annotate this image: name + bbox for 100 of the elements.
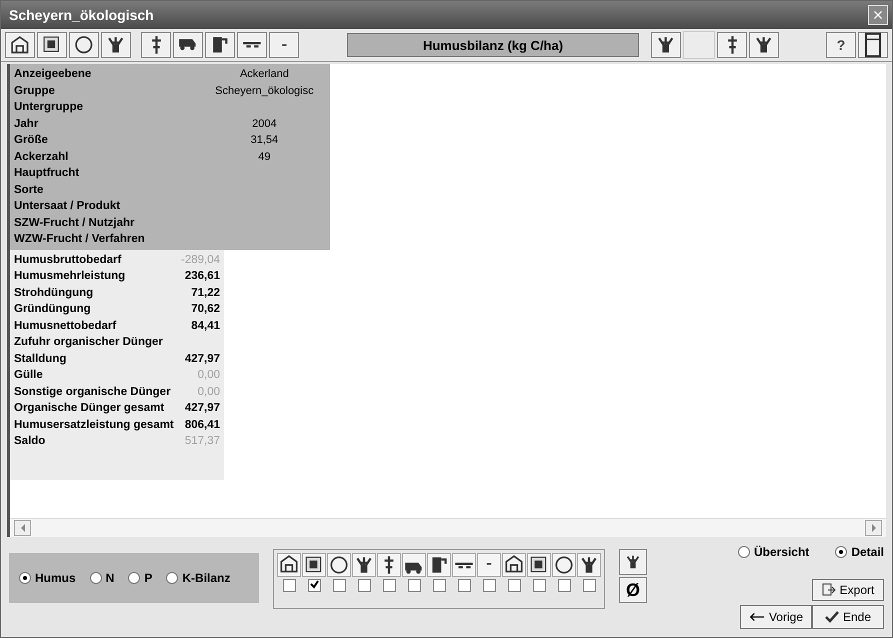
balance-radio[interactable]: K-Bilanz [166, 571, 230, 585]
balance-radio[interactable]: Humus [19, 571, 76, 585]
toolbar-icon [658, 36, 674, 54]
window-title: Scheyern_ökologisch [9, 7, 154, 23]
left-arrow-icon [18, 524, 26, 532]
field-label: Sorte [14, 184, 44, 196]
filter-checkbox[interactable] [582, 579, 596, 592]
row-label: Organische Dünger gesamt [14, 402, 166, 414]
export-icon [822, 583, 836, 598]
field-value: Scheyern_ökologisc [214, 84, 315, 97]
filter-checkbox[interactable] [308, 579, 320, 592]
field-label: Anzeigeebene [14, 68, 92, 80]
toolbar-button[interactable] [858, 32, 888, 58]
filter-icon[interactable] [277, 553, 301, 577]
toolbar-icon [756, 36, 772, 54]
toolbar-button[interactable] [651, 32, 681, 58]
filter-checkbox[interactable] [558, 579, 570, 592]
row-value: -289,04 [180, 254, 220, 266]
left-arrow-icon [749, 612, 765, 622]
filter-checkbox[interactable] [432, 579, 446, 592]
filter-checkbox[interactable] [382, 579, 396, 592]
row-value: 236,61 [184, 270, 220, 282]
toolbar-button[interactable] [205, 32, 235, 58]
field-label: Ackerzahl [14, 150, 70, 163]
horizontal-scrollbar[interactable] [10, 518, 886, 537]
clear-button[interactable]: Ø [619, 577, 647, 603]
toolbar-button[interactable] [37, 32, 67, 58]
toolbar-icon [75, 36, 93, 54]
toolbar-button[interactable] [173, 32, 203, 58]
filter-checkbox[interactable] [532, 579, 546, 592]
toolbar-button[interactable] [5, 32, 35, 58]
balance-radio[interactable]: N [90, 571, 114, 585]
back-button[interactable]: Vorige [740, 605, 812, 629]
row-value: 427,97 [184, 352, 220, 365]
row-value: 0,00 [196, 369, 220, 382]
filter-icon[interactable] [352, 553, 376, 577]
export-button[interactable]: Export [812, 579, 884, 601]
toolbar-icon [178, 38, 198, 52]
filter-icon[interactable] [502, 553, 526, 577]
filter-icon[interactable] [302, 553, 326, 577]
row-label: Humusersatzleistung gesamt [14, 418, 175, 431]
row-value: 84,41 [190, 320, 220, 332]
filter-icon[interactable] [577, 553, 601, 577]
toolbar-button[interactable] [101, 32, 131, 58]
toolbar-button[interactable] [749, 32, 779, 58]
filter-checkbox[interactable] [282, 579, 296, 592]
filter-checkbox[interactable] [358, 579, 370, 592]
view-radio[interactable]: Übersicht [738, 545, 810, 559]
toolbar-button[interactable] [141, 32, 171, 58]
toolbar-icon [150, 35, 162, 55]
row-value: 70,62 [190, 303, 220, 316]
filter-checkbox[interactable] [458, 579, 470, 592]
field-label: Untersaat / Produkt [14, 200, 122, 212]
toolbar-icon [108, 36, 124, 54]
tool-button[interactable] [619, 549, 647, 575]
help-button[interactable]: ? [826, 32, 856, 58]
field-label: SZW-Frucht / Nutzjahr [14, 216, 136, 229]
right-arrow-icon [870, 524, 878, 532]
field-label: WZW-Frucht / Verfahren [14, 233, 146, 246]
field-value: 2004 [251, 118, 278, 130]
end-button[interactable]: Ende [812, 605, 884, 629]
toolbar-button[interactable] [717, 32, 747, 58]
row-label: Humusbruttobedarf [14, 254, 122, 266]
filter-checkbox[interactable] [508, 579, 520, 592]
row-label: Saldo [14, 435, 46, 448]
filter-icon[interactable] [402, 553, 426, 577]
filter-checkbox[interactable] [482, 579, 496, 592]
filter-icon[interactable] [427, 553, 451, 577]
filter-icon[interactable] [452, 553, 476, 577]
filter-icon[interactable] [327, 553, 351, 577]
field-label: Gruppe [14, 84, 56, 97]
row-value: 71,22 [190, 286, 220, 299]
toolbar-button[interactable] [237, 32, 267, 58]
filter-icon[interactable] [527, 553, 551, 577]
row-label: Gründüngung [14, 303, 92, 316]
field-value: 49 [257, 150, 272, 163]
field-label: Jahr [14, 118, 40, 130]
row-label: Humusnettobedarf [14, 320, 118, 332]
view-caption: Humusbilanz (kg C/ha) [347, 33, 639, 57]
field-value: Ackerland [238, 68, 290, 80]
row-label: Stalldung [14, 352, 68, 365]
toolbar-button[interactable] [69, 32, 99, 58]
plant-icon [624, 553, 642, 571]
row-label: Humusmehrleistung [14, 270, 126, 282]
row-value: 427,97 [184, 402, 220, 414]
view-radio[interactable]: Detail [835, 545, 884, 559]
toolbar-icon [242, 42, 262, 48]
filter-checkbox[interactable] [408, 579, 420, 592]
close-button[interactable]: × [868, 5, 888, 25]
filter-checkbox[interactable] [332, 579, 346, 592]
row-label: Strohdüngung [14, 286, 94, 299]
filter-icon[interactable] [552, 553, 576, 577]
balance-radio[interactable]: P [128, 571, 152, 585]
field-label: Hauptfrucht [14, 167, 80, 180]
field-label: Untergruppe [14, 101, 84, 114]
filter-icon[interactable] [377, 553, 401, 577]
toolbar-icon [212, 36, 228, 54]
row-value: 517,37 [184, 435, 220, 448]
field-value: 31,54 [250, 134, 280, 146]
row-label: Gülle [14, 369, 44, 382]
